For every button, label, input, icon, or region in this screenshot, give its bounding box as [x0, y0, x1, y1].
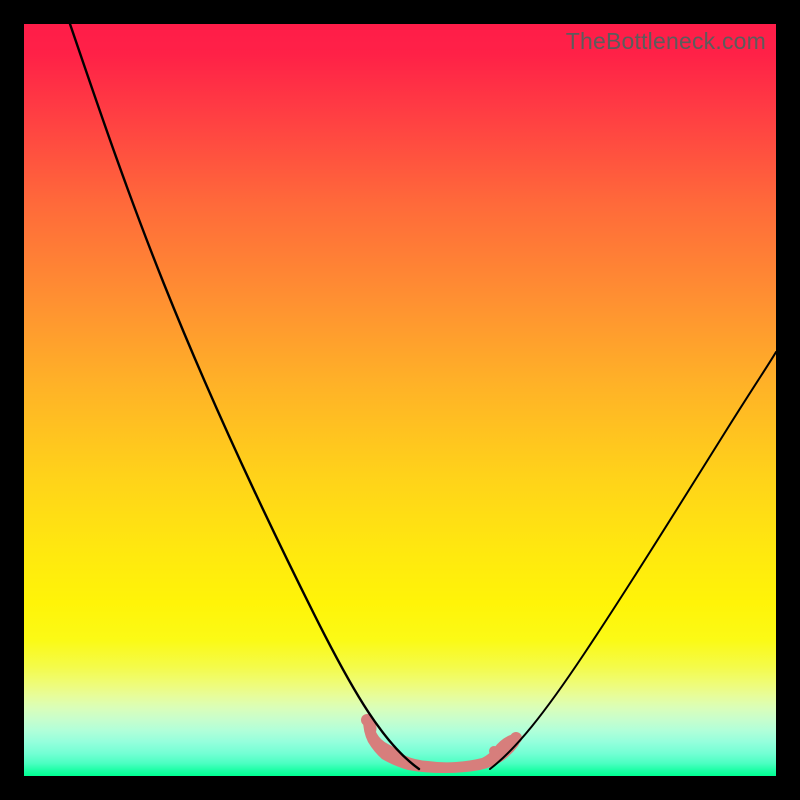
watermark-text: TheBottleneck.com	[566, 28, 766, 55]
band-bump	[489, 746, 499, 756]
plot-area: TheBottleneck.com	[24, 24, 776, 776]
right-curve-path	[490, 352, 776, 769]
left-curve-path	[70, 24, 419, 769]
chart-frame: TheBottleneck.com	[0, 0, 800, 800]
band-cap-right	[510, 732, 522, 744]
chart-curves	[24, 24, 776, 776]
